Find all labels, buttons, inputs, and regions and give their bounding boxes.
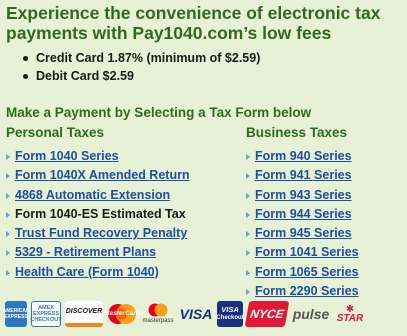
headline-line-1: Experience the convenience of electronic… (6, 3, 381, 23)
link-trust-fund-penalty[interactable]: Trust Fund Recovery Penalty (6, 224, 190, 243)
arrow-icon (6, 250, 10, 257)
fee-debit-card: Debit Card $2.59 (22, 67, 260, 85)
link-form-940[interactable]: Form 940 Series (246, 147, 359, 166)
visa-logo: VISA (179, 306, 213, 322)
link-form-1040-es[interactable]: Form 1040-ES Estimated Tax (6, 205, 190, 224)
pulse-logo: pulse (292, 306, 330, 322)
arrow-icon (246, 192, 250, 199)
arrow-icon (246, 269, 250, 276)
arrow-icon (246, 173, 250, 180)
arrow-icon (246, 231, 250, 238)
link-form-943[interactable]: Form 943 Series (246, 186, 359, 205)
masterpass-logo: masterpass (141, 301, 175, 327)
arrow-icon (6, 211, 10, 218)
link-4868-extension[interactable]: 4868 Automatic Extension (6, 186, 190, 205)
headline-line-2: payments with Pay1040.com’s low fees (6, 23, 332, 43)
arrow-icon (6, 192, 10, 199)
business-taxes-heading: Business Taxes (246, 125, 348, 140)
mastercard-checkout-logo: MasterCard (104, 301, 140, 327)
visa-checkout-logo: VISA Checkout (216, 301, 244, 327)
amex-checkout-logo: AMEX EXPRESS CHECKOUT (30, 301, 62, 327)
link-health-care[interactable]: Health Care (Form 1040) (6, 263, 190, 282)
amex-logo: AMERICAN EXPRESS (3, 301, 29, 327)
headline: Experience the convenience of electronic… (6, 3, 406, 43)
arrow-icon (6, 269, 10, 276)
section-title: Make a Payment by Selecting a Tax Form b… (6, 105, 312, 120)
arrow-icon (6, 154, 10, 160)
payment-logos: AMERICAN EXPRESS AMEX EXPRESS CHECKOUT D… (3, 299, 405, 329)
fee-list: Credit Card 1.87% (minimum of $2.59) Deb… (22, 49, 260, 85)
link-form-1040x[interactable]: Form 1040X Amended Return (6, 166, 190, 185)
arrow-icon (6, 173, 10, 180)
link-form-1065[interactable]: Form 1065 Series (246, 263, 359, 282)
link-form-941[interactable]: Form 941 Series (246, 166, 359, 185)
arrow-icon (246, 211, 250, 218)
arrow-icon (246, 154, 250, 160)
arrow-icon (6, 231, 10, 238)
link-form-1040-series[interactable]: Form 1040 Series (6, 147, 190, 166)
nyce-logo: NYCE (244, 301, 290, 327)
discover-logo: DISCOVER (65, 301, 103, 327)
personal-taxes-heading: Personal Taxes (6, 125, 105, 140)
link-5329-retirement[interactable]: 5329 - Retirement Plans (6, 243, 190, 262)
link-form-1041[interactable]: Form 1041 Series (246, 243, 359, 262)
link-form-945[interactable]: Form 945 Series (246, 224, 359, 243)
arrow-icon (246, 250, 250, 257)
personal-taxes-list: Form 1040 Series Form 1040X Amended Retu… (6, 147, 190, 282)
arrow-icon (246, 289, 250, 296)
star-logo: ✱ STAR (336, 304, 364, 324)
masterpass-icon (148, 303, 168, 317)
business-taxes-list: Form 940 Series Form 941 Series Form 943… (246, 147, 359, 301)
link-form-944[interactable]: Form 944 Series (246, 205, 359, 224)
fee-credit-card: Credit Card 1.87% (minimum of $2.59) (22, 49, 260, 67)
